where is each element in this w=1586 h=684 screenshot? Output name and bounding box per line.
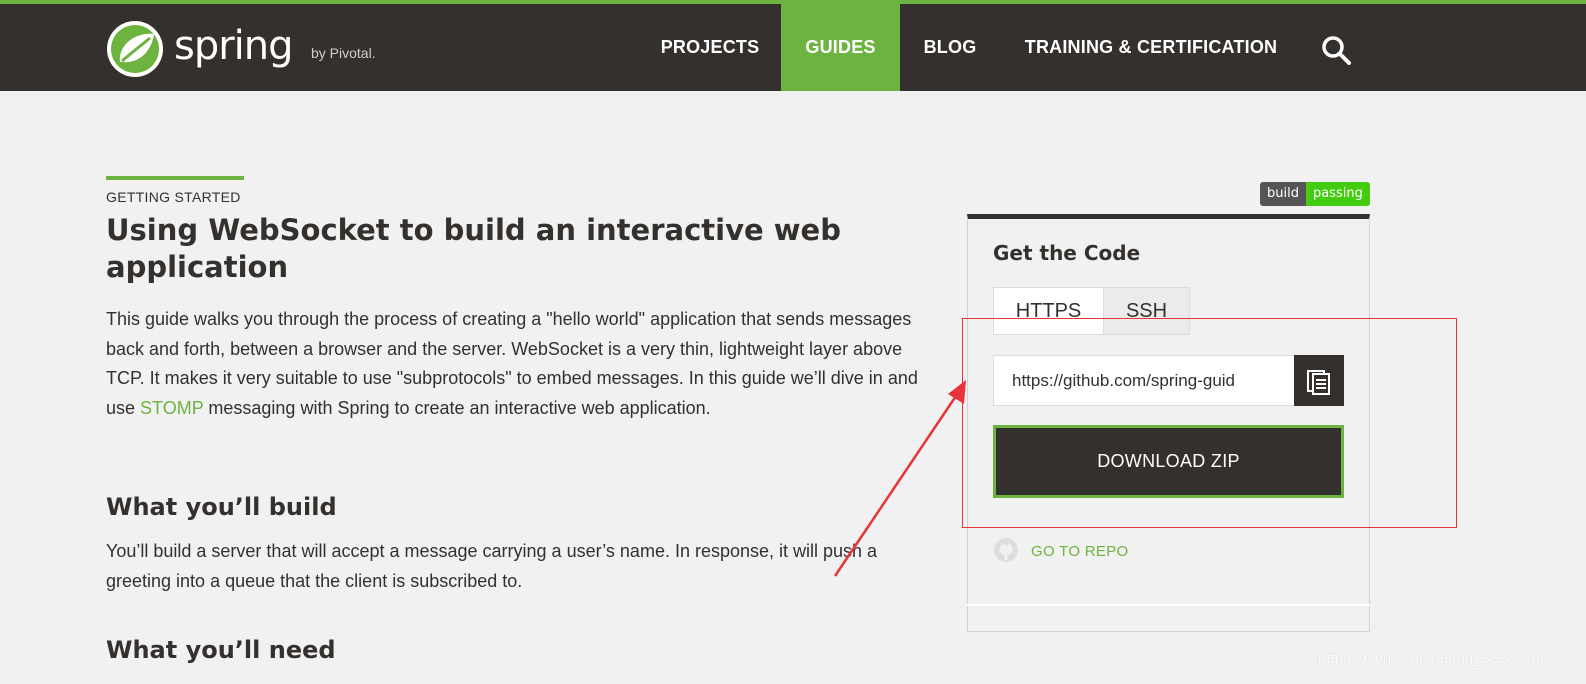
eyebrow-label: GETTING STARTED (106, 189, 241, 205)
nav-item-training-certification[interactable]: TRAINING & CERTIFICATION (1010, 4, 1292, 91)
page-title: Using WebSocket to build an interactive … (106, 213, 841, 284)
nav-item-guides[interactable]: GUIDES (781, 4, 900, 91)
logo-wordmark: spring (174, 23, 294, 69)
intro-paragraph: This guide walks you through the process… (106, 305, 936, 423)
build-status-badge[interactable]: build passing (1260, 182, 1370, 206)
spring-leaf-icon (107, 21, 163, 77)
nav-item-projects[interactable]: PROJECTS (640, 4, 780, 91)
nav-item-blog[interactable]: BLOG (905, 4, 995, 91)
annotation-highlight-box (962, 318, 1457, 528)
logo-by-pivotal: by Pivotal. (311, 45, 376, 61)
what-youll-build-paragraph: You’ll build a server that will accept a… (106, 541, 878, 591)
top-navigation-bar: spring by Pivotal. PROJECTS GUIDES BLOG … (0, 0, 1586, 91)
search-icon[interactable] (1320, 34, 1352, 66)
intro-text-end: messaging with Spring to create an inter… (203, 397, 711, 418)
section-heading-what-youll-need: What you’ll need (106, 636, 336, 664)
badge-label: build (1260, 182, 1306, 206)
stomp-link[interactable]: STOMP (140, 398, 203, 418)
panel-divider (967, 604, 1370, 606)
get-the-code-title: Get the Code (993, 241, 1141, 265)
annotation-arrow-icon (833, 380, 966, 577)
github-icon[interactable] (993, 537, 1019, 563)
badge-status: passing (1305, 182, 1370, 206)
section-heading-what-youll-build: What you’ll build (106, 493, 337, 521)
go-to-repo-link[interactable]: GO TO REPO (1031, 543, 1128, 560)
watermark-text: https://blog.csdn.net/qq_35262405 (1318, 650, 1549, 667)
eyebrow-accent-line (106, 176, 244, 180)
